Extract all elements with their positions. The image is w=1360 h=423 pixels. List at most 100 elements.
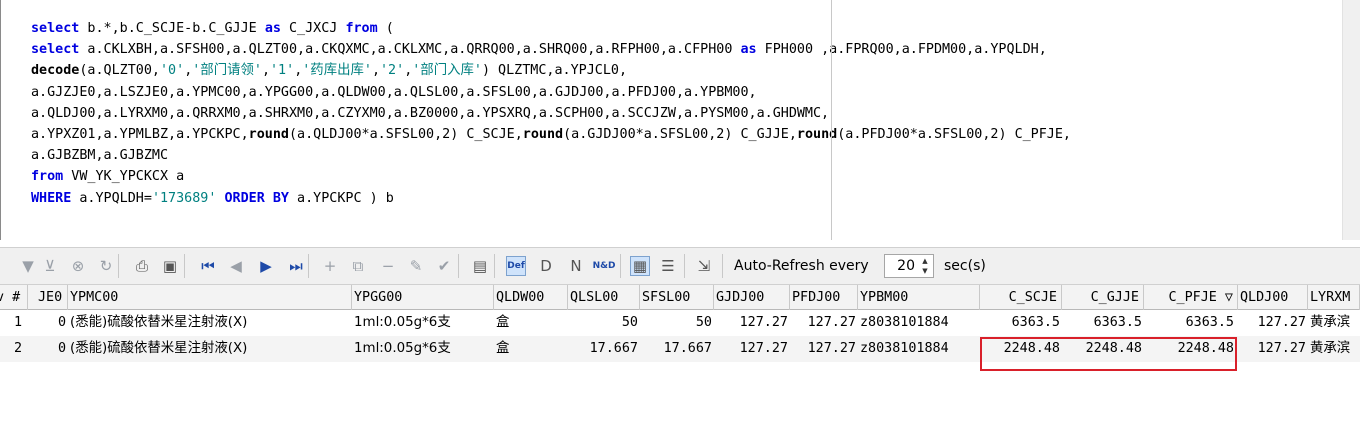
editor-vertical-scrollbar[interactable] [1342,0,1360,240]
sql-token: a.QLDJ00,a.LYRXM0,a.QRRXM0,a.SHRXM0,a.CZ… [31,105,830,121]
column-header[interactable]: YPMC00 [68,285,352,310]
cell-je[interactable]: 0 [36,336,68,362]
column-header[interactable]: SFSL00 [640,285,714,310]
column-header[interactable]: QLSL00 [568,285,640,310]
column-header[interactable]: PFDJ00 [790,285,858,310]
cell-lyr[interactable]: 黄承滨 [1308,336,1360,362]
export-icon[interactable]: ⇲ [694,256,714,276]
default-fields-icon[interactable]: Def [506,256,526,276]
save-icon[interactable]: ▣ [160,256,180,276]
next-record-icon[interactable]: ▶ [256,256,276,276]
cell-pfdj[interactable]: 127.27 [790,310,858,336]
cell-name[interactable]: (悉能)硫酸依替米星注射液(X) [68,336,352,362]
cell-ypbm[interactable]: z8038101884 [858,310,980,336]
cell-name[interactable]: (悉能)硫酸依替米星注射液(X) [68,310,352,336]
cell-sfsl[interactable]: 50 [640,310,714,336]
auto-refresh-spinner[interactable]: 20 ▲ ▼ [884,254,934,278]
sql-editor[interactable]: select b.*,b.C_SCJE-b.C_GJJE as C_JXCJ f… [0,0,1360,240]
sql-keyword: as [740,42,757,58]
cell-n[interactable]: 2 [0,336,28,362]
cell-gjdj[interactable]: 127.27 [714,336,790,362]
cancel-icon[interactable]: ⊗ [68,256,88,276]
cell-qlsl[interactable]: 50 [568,310,640,336]
query-builder-icon[interactable]: ▤ [470,256,490,276]
number-date-fields-icon[interactable]: N&D [593,256,616,276]
cell-n[interactable]: 1 [0,310,28,336]
sql-token: a.YPCKPC ) b [289,190,394,206]
cell-qldj[interactable]: 127.27 [1238,310,1308,336]
sql-token: ) QLZTMC,a.YPJCL0, [481,63,628,79]
column-header[interactable]: C_PFJE ▽ [1144,285,1238,310]
last-record-icon[interactable]: ⏭ [286,256,306,276]
clear-filter-icon[interactable]: ⊻ [40,256,60,276]
cell-spec[interactable]: 1ml:0.05g*6支 [352,310,494,336]
cell-unit[interactable]: 盒 [494,310,568,336]
sql-keyword: from [31,169,64,185]
auto-refresh-label: Auto-Refresh every [734,258,869,274]
sql-string: '部门入库' [412,63,482,79]
column-header[interactable]: LYRXM [1308,285,1360,310]
record-view-icon[interactable]: ☰ [658,256,678,276]
cell-pfje[interactable]: 6363.5 [1144,310,1238,336]
sql-function: round [522,127,564,143]
sql-token: FPH000 ,a.FPRQ00,a.FPDM00,a.YPQLDH, [756,42,1047,58]
prev-record-icon[interactable]: ◀ [226,256,246,276]
column-header[interactable]: YPGG00 [352,285,494,310]
insert-record-icon[interactable]: + [320,256,340,276]
table-row[interactable]: 1 0 (悉能)硫酸依替米星注射液(X) 1ml:0.05g*6支盒 50 50 127.2… [0,310,1360,336]
sql-keyword: as [264,21,281,36]
edit-record-icon[interactable]: ✎ [406,256,426,276]
auto-refresh-value[interactable]: 20 [897,258,915,274]
column-header[interactable]: GJDJ00 [714,285,790,310]
cell-spec[interactable]: 1ml:0.05g*6支 [352,336,494,362]
cell-sfsl[interactable]: 17.667 [640,336,714,362]
sql-keyword: WHERE [31,190,72,206]
spinner-arrows-icon[interactable]: ▲ ▼ [918,256,932,276]
refresh-icon[interactable]: ↻ [96,256,116,276]
print-icon[interactable]: ⎙ [132,256,152,276]
sql-function: round [248,127,289,143]
sql-string: '0' [160,63,185,79]
sql-token: (a.QLDJ00*a.SFSL00,2) C_SCJE, [288,127,523,143]
cell-lyr[interactable]: 黄承滨 [1308,310,1360,336]
grid-header: v # JE0YPMC00YPGG00QLDW00QLSL00SFSL00GJDJ… [0,285,1360,310]
sql-string: '2' [380,63,405,79]
toolbar-separator [722,254,723,278]
column-header[interactable]: JE0 [36,285,68,310]
sql-token: a.YPXZ01,a.YPMLBZ,a.YPCKPC, [31,127,249,143]
sql-string: '药库出库' [302,63,372,79]
cell-pfdj[interactable]: 127.27 [790,336,858,362]
column-header[interactable]: C_GJJE [1062,285,1144,310]
column-header[interactable]: YPBM00 [858,285,980,310]
duplicate-record-icon[interactable]: ⧉ [348,256,368,276]
cell-ypbm[interactable]: z8038101884 [858,336,980,362]
column-header[interactable]: C_SCJE [980,285,1062,310]
cell-gjje[interactable]: 6363.5 [1062,310,1144,336]
number-fields-icon[interactable]: N [566,256,586,276]
cell-unit[interactable]: 盒 [494,336,568,362]
column-header[interactable]: QLDW00 [494,285,568,310]
date-fields-icon[interactable]: D [536,256,556,276]
cell-qlsl[interactable]: 17.667 [568,336,640,362]
delete-record-icon[interactable]: − [378,256,398,276]
first-record-icon[interactable]: ⏮ [198,256,218,276]
sql-token: a.GJZJE0,a.LSZJE0,a.YPMC00,a.YPGG00,a.QL… [31,84,757,100]
sql-token: a.GJBZBM,a.GJBZMC [31,148,169,164]
toolbar-separator [620,254,621,278]
sql-token: b.*,b.C_SCJE-b.C_GJJE [79,21,265,36]
cell-scje[interactable]: 6363.5 [980,310,1062,336]
grid-view-icon[interactable]: ▦ [630,256,650,276]
sql-token: , [261,63,270,79]
cell-je[interactable]: 0 [36,310,68,336]
sql-token: (a.QLZT00, [79,63,160,79]
cell-gjdj[interactable]: 127.27 [714,310,790,336]
filter-icon[interactable]: ▼ [18,256,38,276]
sql-text[interactable]: select b.*,b.C_SCJE-b.C_GJJE as C_JXCJ f… [31,18,1071,209]
sql-function: decode [31,63,80,79]
right-margin-line [831,0,832,240]
toolbar-separator [184,254,185,278]
column-header[interactable]: QLDJ00 [1238,285,1308,310]
post-edit-icon[interactable]: ✔ [434,256,454,276]
cell-qldj[interactable]: 127.27 [1238,336,1308,362]
column-header[interactable]: v # [0,285,28,310]
